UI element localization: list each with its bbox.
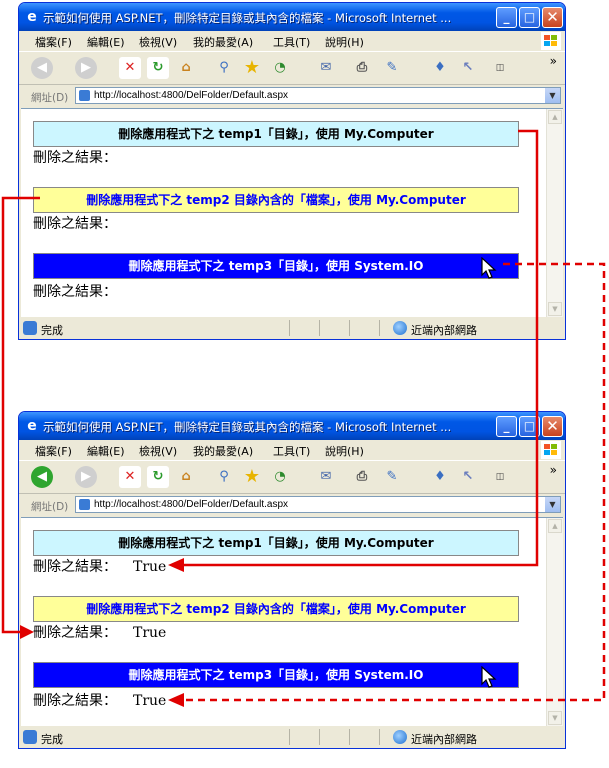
annotation-arrows [1,129,606,707]
arrow-btn2-to-result2 [1,196,40,634]
arrowhead-3 [168,693,184,707]
arrow-btn1-to-result1 [183,129,539,567]
arrow-btn3-to-result3 [183,262,606,702]
arrowhead-2 [20,625,34,639]
arrowhead-1 [168,558,184,572]
